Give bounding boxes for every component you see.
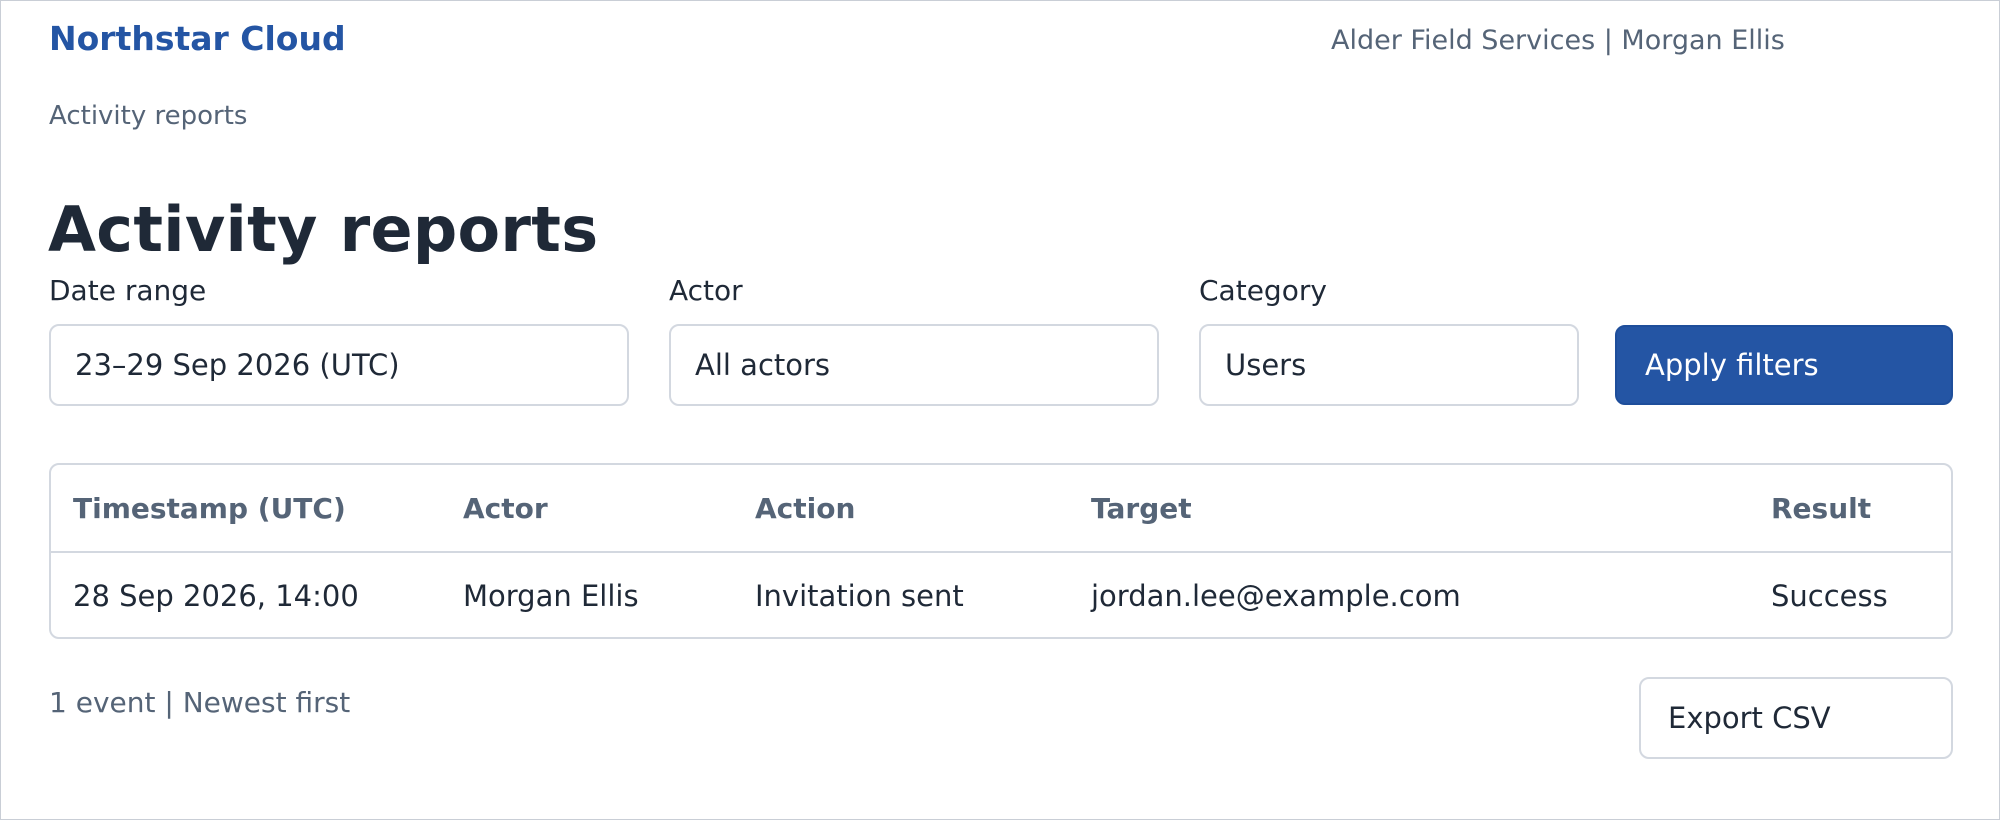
activity-reports-page: Northstar Cloud Alder Field Services | M… <box>0 0 2000 820</box>
apply-filters-button[interactable]: Apply filters <box>1615 325 1953 405</box>
actor-label: Actor <box>669 274 743 307</box>
results-summary: 1 event | Newest first <box>49 686 351 719</box>
account-context: Alder Field Services | Morgan Ellis <box>1331 25 1785 56</box>
activity-table: Timestamp (UTC) Actor Action Target Resu… <box>49 463 1953 639</box>
column-header-actor: Actor <box>463 491 548 525</box>
actor-select[interactable]: All actors <box>669 324 1159 406</box>
date-range-field[interactable]: 23–29 Sep 2026 (UTC) <box>49 324 629 406</box>
timestamp-cell: 28 Sep 2026, 14:00 <box>73 579 359 613</box>
column-header-action: Action <box>755 491 856 525</box>
result-cell: Success <box>1771 579 1888 613</box>
actor-cell: Morgan Ellis <box>463 579 639 613</box>
page-title: Activity reports <box>48 192 599 266</box>
brand-logo[interactable]: Northstar Cloud <box>49 17 346 61</box>
column-header-target: Target <box>1091 491 1192 525</box>
column-header-result: Result <box>1771 491 1872 525</box>
target-cell: jordan.lee@example.com <box>1091 579 1461 613</box>
table-header-row: Timestamp (UTC) Actor Action Target Resu… <box>51 465 1951 553</box>
breadcrumb: Activity reports <box>49 101 248 131</box>
date-range-label: Date range <box>49 274 207 307</box>
action-cell: Invitation sent <box>755 579 964 613</box>
table-row: 28 Sep 2026, 14:00 Morgan Ellis Invitati… <box>51 553 1951 637</box>
export-csv-button[interactable]: Export CSV <box>1639 677 1953 759</box>
category-label: Category <box>1199 274 1327 307</box>
column-header-timestamp: Timestamp (UTC) <box>73 491 346 525</box>
category-select[interactable]: Users <box>1199 324 1579 406</box>
